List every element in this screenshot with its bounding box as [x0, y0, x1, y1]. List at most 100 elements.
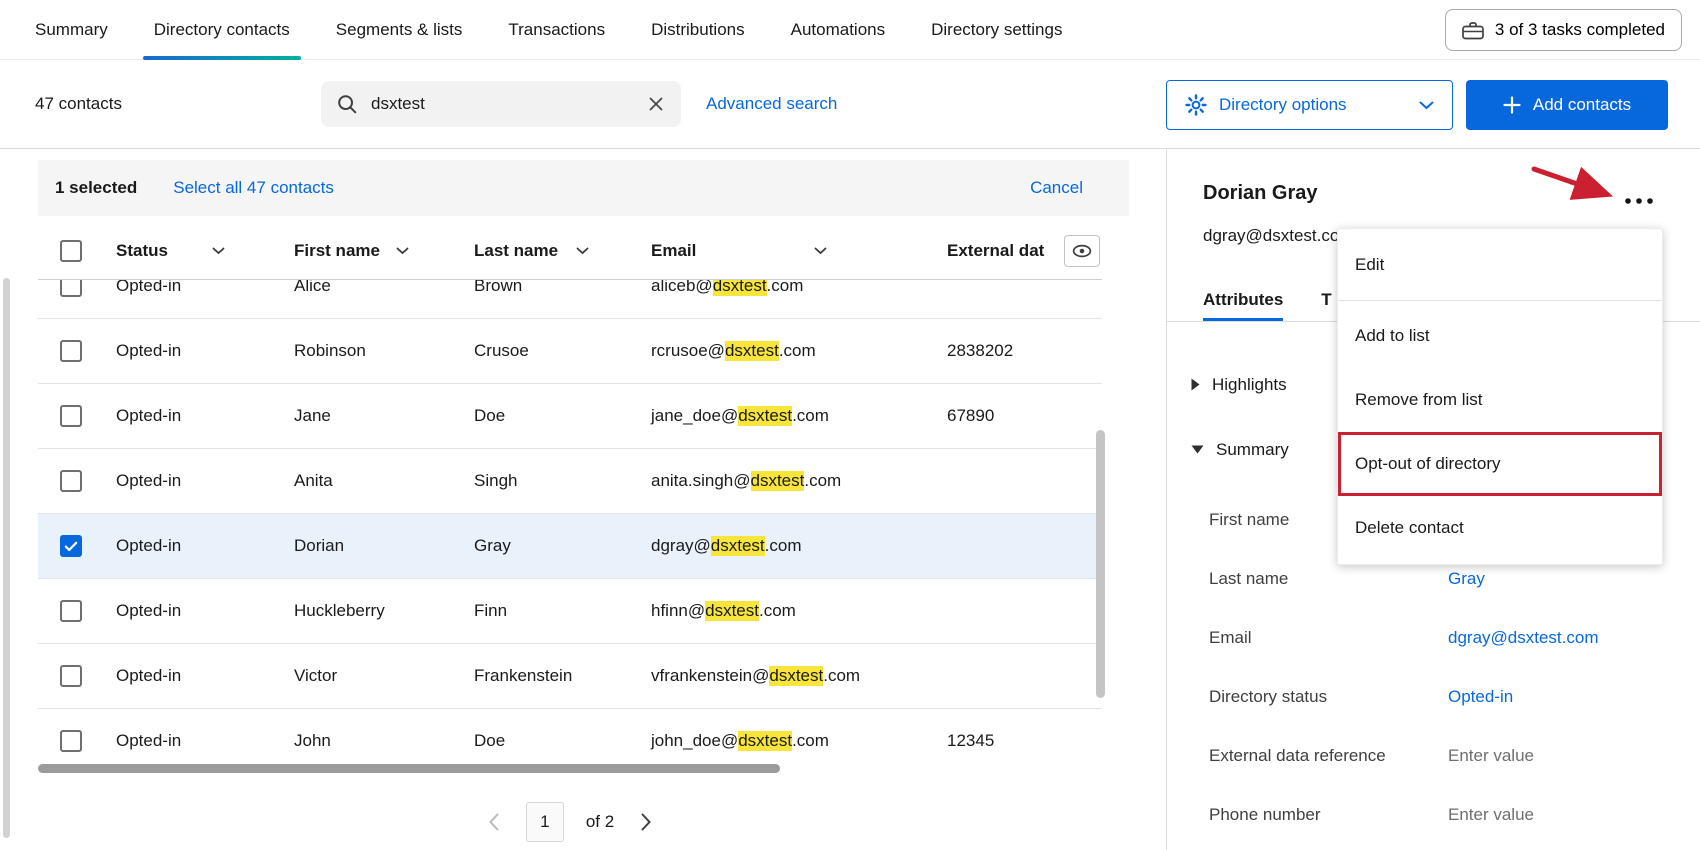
more-actions-icon[interactable]	[1617, 187, 1661, 215]
row-checkbox[interactable]	[60, 470, 82, 492]
panel-section-label: Highlights	[1212, 374, 1287, 394]
row-checkbox[interactable]	[60, 535, 82, 557]
directory-options-button[interactable]: Directory options	[1166, 80, 1453, 130]
gear-icon	[1185, 94, 1207, 116]
cell-first-name: John	[294, 731, 331, 750]
context-menu-item[interactable]: Opt-out of directory	[1338, 432, 1662, 496]
contacts-count: 47 contacts	[35, 94, 122, 113]
panel-field-value[interactable]: Gray	[1448, 569, 1679, 589]
nav-tab-label: Automations	[790, 20, 886, 39]
table-row[interactable]: Opted-in Victor Frankenstein vfrankenste…	[38, 644, 1102, 709]
select-all-link[interactable]: Select all 47 contacts	[173, 178, 334, 198]
header-status[interactable]: Status	[108, 241, 290, 261]
context-menu-item[interactable]: Delete contact	[1338, 496, 1662, 560]
table-row[interactable]: Opted-in Dorian Gray dgray@ dsxtest .com	[38, 514, 1102, 579]
search-highlight-term: dsxtest	[712, 280, 767, 296]
context-menu-item-label: Remove from list	[1355, 390, 1483, 409]
add-contacts-button[interactable]: Add contacts	[1466, 80, 1668, 130]
row-checkbox[interactable]	[60, 405, 82, 427]
nav-tab[interactable]: Transactions	[485, 0, 628, 60]
cell-last-name: Frankenstein	[474, 666, 573, 685]
panel-section-label: Summary	[1216, 439, 1289, 459]
sort-chevron-icon[interactable]	[814, 247, 827, 255]
table-row[interactable]: Opted-in Huckleberry Finn hfinn@ dsxtest.…	[38, 579, 1102, 644]
search-box[interactable]	[321, 81, 681, 127]
panel-field-value[interactable]: Enter value	[1448, 746, 1679, 766]
panel-field-label: Directory status	[1209, 686, 1328, 706]
search-highlight-term: dsxtest	[738, 406, 793, 426]
cell-status: Opted-in	[116, 666, 182, 685]
column-visibility-button[interactable]	[1064, 234, 1100, 267]
nav-tab-label: Transactions	[508, 20, 606, 39]
next-page-button[interactable]	[636, 809, 656, 835]
vertical-scrollbar[interactable]	[1096, 430, 1105, 698]
current-page-box[interactable]: 1	[525, 802, 564, 842]
nav-tab[interactable]: Segments & lists	[313, 0, 486, 60]
eye-icon	[1072, 244, 1092, 258]
table-row[interactable]: Opted-in Robinson Crusoe rcrusoe@ dsxtest…	[38, 319, 1102, 384]
row-checkbox-cell	[38, 470, 108, 492]
nav-tab[interactable]: Directory contacts	[131, 0, 313, 60]
panel-field-value[interactable]: Enter value	[1448, 805, 1679, 825]
horizontal-scrollbar[interactable]	[38, 764, 780, 773]
nav-tab-label: Summary	[35, 20, 108, 39]
panel-field-row: External data reference Enter value	[1209, 726, 1679, 785]
search-input[interactable]	[371, 94, 633, 114]
header-email[interactable]: Email	[648, 241, 940, 261]
nav-tab-label: Directory settings	[931, 20, 1063, 39]
tasks-icon	[1462, 21, 1484, 40]
panel-tab[interactable]: T	[1321, 284, 1331, 321]
panel-tab-label: Attributes	[1203, 290, 1284, 309]
table-row[interactable]: Opted-in Jane Doe jane_doe@ dsxtest .com 6…	[38, 384, 1102, 449]
panel-tabs: Attributes T	[1203, 284, 1332, 321]
header-last-name[interactable]: Last name	[470, 241, 648, 261]
nav-tab[interactable]: Distributions	[628, 0, 768, 60]
select-all-checkbox[interactable]	[60, 239, 82, 262]
header-first-name[interactable]: First name	[290, 241, 470, 261]
table-row[interactable]: Opted-in Alice Brown aliceb@ dsxtest .com	[38, 280, 1102, 319]
advanced-search-link[interactable]: Advanced search	[706, 94, 837, 114]
panel-tab[interactable]: Attributes	[1203, 284, 1284, 321]
tasks-completed-button[interactable]: 3 of 3 tasks completed	[1444, 9, 1682, 51]
previous-page-button[interactable]	[484, 809, 504, 835]
row-checkbox[interactable]	[60, 665, 82, 687]
row-checkbox[interactable]	[60, 340, 82, 362]
row-checkbox[interactable]	[60, 280, 82, 297]
search-highlight-term: dsxtest	[738, 731, 793, 751]
nav-tab[interactable]: Automations	[768, 0, 909, 60]
panel-section-toggle[interactable]: Summary	[1191, 417, 1289, 482]
table-row[interactable]: Opted-in Anita Singh anita.singh@ dsxtest…	[38, 449, 1102, 514]
row-checkbox[interactable]	[60, 730, 82, 752]
page-scrollbar[interactable]	[3, 278, 10, 838]
cell-email: aliceb@ dsxtest .com	[648, 280, 940, 296]
clear-search-icon[interactable]	[647, 95, 665, 113]
context-menu-item-label: Opt-out of directory	[1355, 454, 1501, 473]
table-row[interactable]: Opted-in John Doe john_doe@ dsxtest .com 1…	[38, 709, 1102, 758]
row-checkbox-cell	[38, 340, 108, 362]
cell-status: Opted-in	[116, 341, 182, 360]
panel-field-value[interactable]: Opted-in	[1448, 687, 1679, 707]
directory-options-label: Directory options	[1219, 95, 1347, 114]
context-menu-item[interactable]: Add to list	[1338, 304, 1662, 368]
panel-field-row: Phone number Enter value	[1209, 785, 1679, 844]
menu-divider	[1338, 300, 1662, 301]
table-header: Status First name Last name Email Extern…	[38, 222, 1102, 280]
row-checkbox[interactable]	[60, 600, 82, 622]
panel-field-label: External data reference	[1209, 745, 1386, 765]
nav-tab[interactable]: Directory settings	[908, 0, 1085, 60]
cell-status: Opted-in	[116, 536, 182, 555]
context-menu-item[interactable]: Edit	[1338, 233, 1662, 297]
sort-chevron-icon[interactable]	[212, 247, 225, 255]
sort-chevron-icon[interactable]	[576, 247, 589, 255]
panel-sections: Highlights Summary	[1191, 352, 1289, 482]
panel-section-toggle[interactable]: Highlights	[1191, 352, 1289, 417]
header-external-data[interactable]: External dat	[940, 234, 1102, 267]
cell-external-data: 12345	[947, 731, 995, 750]
sort-chevron-icon[interactable]	[396, 247, 409, 255]
cancel-selection-link[interactable]: Cancel	[1030, 178, 1083, 198]
panel-field-value[interactable]: dgray@dsxtest.com	[1448, 628, 1679, 648]
nav-tab[interactable]: Summary	[12, 0, 131, 60]
cell-first-name: Anita	[294, 471, 333, 490]
cell-first-name: Robinson	[294, 341, 366, 360]
context-menu-item[interactable]: Remove from list	[1338, 368, 1662, 432]
